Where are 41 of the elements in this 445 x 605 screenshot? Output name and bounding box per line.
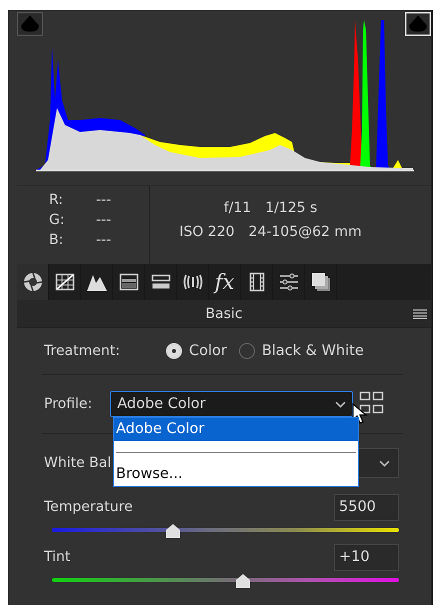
slider-label: Tint [44, 549, 70, 565]
channel-value: --- [96, 192, 112, 208]
radio-option[interactable]: Color [166, 343, 227, 359]
treatment-label: Treatment: [44, 343, 120, 359]
value-field[interactable]: +10 [334, 544, 399, 570]
stacked-squares-icon [310, 272, 330, 292]
aperture-icon [22, 272, 42, 292]
slider-label: Temperature [44, 499, 133, 515]
profile-dropdown[interactable]: Adobe Color [110, 391, 354, 417]
exposure-info: 24-105@62 mm [248, 224, 362, 240]
slider-control[interactable] [52, 524, 399, 538]
basic-tab[interactable] [17, 264, 49, 300]
slider-thumb[interactable] [234, 574, 251, 588]
channel-value: --- [96, 232, 112, 248]
exposure-info: ISO 220 [179, 224, 235, 240]
channel-label: B: [49, 232, 64, 248]
slider-control[interactable] [52, 574, 399, 588]
curve-grid-icon [54, 272, 74, 292]
gradient-bars-icon [118, 272, 138, 292]
menu-item[interactable]: Adobe Color [114, 418, 358, 441]
balance-label: White Bal [44, 455, 112, 471]
channel-label: R: [49, 192, 64, 208]
exposure-info: f/11 [224, 200, 252, 216]
panel-title: Basic [205, 306, 243, 322]
chevron-down-icon [379, 460, 390, 466]
profile-label: Profile: [44, 396, 92, 412]
channel-label: G: [49, 212, 66, 228]
fx-icon: fx [214, 270, 234, 294]
menu-icon[interactable] [413, 308, 427, 318]
channel-value: --- [96, 212, 112, 228]
value-field[interactable]: 5500 [334, 494, 399, 520]
sliders-icon [278, 272, 298, 292]
histogram-peak [393, 160, 402, 168]
highlight-clipping-icon[interactable] [405, 12, 431, 36]
lens-icon [182, 272, 202, 292]
slider-thumb[interactable] [165, 524, 182, 538]
chevron-down-icon [335, 400, 346, 408]
radio-option[interactable]: Black & White [238, 343, 364, 359]
shadow-clipping-icon[interactable] [17, 12, 43, 36]
menu-item[interactable]: Browse... [114, 463, 358, 486]
exposure-info: 1/125 s [265, 200, 318, 216]
